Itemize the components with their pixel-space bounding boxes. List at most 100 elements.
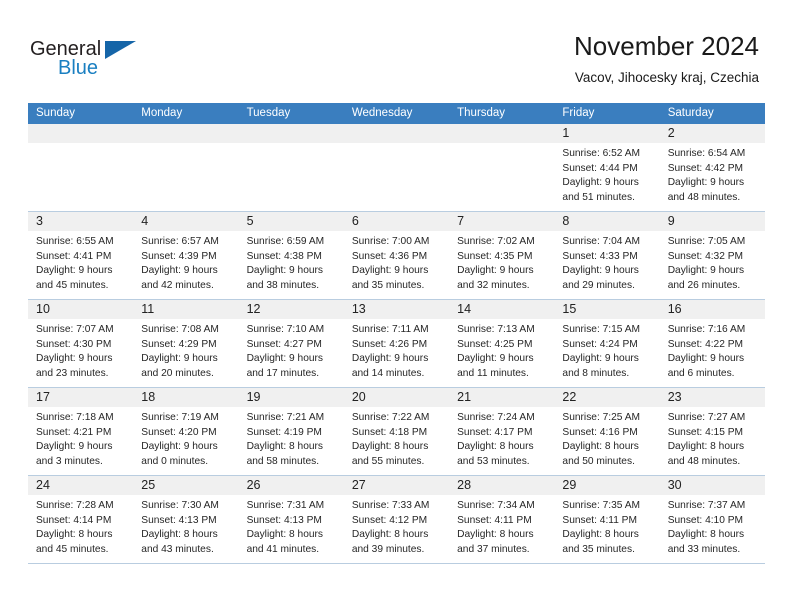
day-details xyxy=(449,143,554,147)
day-detail-line: Sunset: 4:20 PM xyxy=(141,426,217,438)
day-detail-line: Daylight: 8 hours xyxy=(141,529,218,541)
day-number: 6 xyxy=(351,214,359,228)
weekday-header-sunday: Sunday xyxy=(36,107,76,119)
calendar-day-cell[interactable]: 8 Sunrise: 7:04 AM Sunset: 4:33 PM Daylight… xyxy=(554,212,660,299)
calendar-day-cell[interactable]: 4 Sunrise: 6:57 AM Sunset: 4:39 PM Daylight… xyxy=(133,212,239,299)
calendar-day-cell[interactable]: 30 Sunrise: 7:37 AM Sunset: 4:10 PM Dayligh… xyxy=(659,476,765,563)
general-blue-logo[interactable]: General Blue xyxy=(30,38,150,82)
day-detail-line: Sunrise: 7:28 AM xyxy=(36,500,114,511)
day-detail-line: and 14 minutes. xyxy=(351,367,425,379)
calendar-day-cell[interactable]: 16 Sunrise: 7:16 AM Sunset: 4:22 PM Dayligh… xyxy=(659,300,765,387)
day-details: Sunrise: 6:55 AM Sunset: 4:41 PM Daylight:… xyxy=(28,231,133,293)
day-details: Sunrise: 6:52 AM Sunset: 4:44 PM Daylight:… xyxy=(554,143,659,205)
day-detail-line: and 0 minutes. xyxy=(141,455,209,467)
calendar-day-cell[interactable]: 7 Sunrise: 7:02 AM Sunset: 4:35 PM Daylight… xyxy=(449,212,555,299)
day-details: Sunrise: 7:30 AM Sunset: 4:13 PM Daylight:… xyxy=(133,495,238,557)
calendar-day-cell-empty xyxy=(133,124,239,211)
day-detail-line: Sunset: 4:41 PM xyxy=(36,250,112,262)
calendar-day-cell[interactable]: 15 Sunrise: 7:15 AM Sunset: 4:24 PM Dayligh… xyxy=(554,300,660,387)
day-detail-line: Daylight: 9 hours xyxy=(351,353,429,365)
calendar-day-cell[interactable]: 26 Sunrise: 7:31 AM Sunset: 4:13 PM Dayligh… xyxy=(238,476,344,563)
day-detail-line: Daylight: 8 hours xyxy=(562,441,639,453)
day-detail-line: Sunset: 4:11 PM xyxy=(562,514,637,526)
calendar-day-cell[interactable]: 5 Sunrise: 6:59 AM Sunset: 4:38 PM Daylight… xyxy=(238,212,344,299)
day-number-band: 25 xyxy=(133,476,239,495)
calendar-day-cell[interactable]: 10 Sunrise: 7:07 AM Sunset: 4:30 PM Dayligh… xyxy=(28,300,134,387)
weekday-header-wednesday: Wednesday xyxy=(351,107,413,119)
calendar-day-cell[interactable]: 22 Sunrise: 7:25 AM Sunset: 4:16 PM Dayligh… xyxy=(554,388,660,475)
day-number-band: 28 xyxy=(449,476,555,495)
calendar-day-cell[interactable]: 24 Sunrise: 7:28 AM Sunset: 4:14 PM Dayligh… xyxy=(28,476,134,563)
day-detail-line: and 32 minutes. xyxy=(457,279,530,291)
day-number-band: 18 xyxy=(133,388,239,407)
day-detail-line: Sunset: 4:16 PM xyxy=(562,426,638,438)
calendar-day-cell[interactable]: 14 Sunrise: 7:13 AM Sunset: 4:25 PM Dayligh… xyxy=(449,300,555,387)
calendar-day-cell[interactable]: 27 Sunrise: 7:33 AM Sunset: 4:12 PM Dayligh… xyxy=(343,476,450,563)
day-detail-line: and 42 minutes. xyxy=(141,279,214,291)
day-detail-line: and 23 minutes. xyxy=(36,367,109,379)
day-detail-line: Daylight: 8 hours xyxy=(562,529,639,541)
day-details: Sunrise: 7:34 AM Sunset: 4:11 PM Daylight:… xyxy=(449,495,554,557)
day-details: Sunrise: 7:19 AM Sunset: 4:20 PM Daylight:… xyxy=(133,407,238,469)
calendar-week-row: 1 Sunrise: 6:52 AM Sunset: 4:44 PM Daylight… xyxy=(28,124,765,212)
day-detail-line: Sunset: 4:26 PM xyxy=(351,338,428,350)
day-number-band xyxy=(28,124,134,143)
calendar-day-cell[interactable]: 18 Sunrise: 7:19 AM Sunset: 4:20 PM Dayligh… xyxy=(133,388,239,475)
day-details: Sunrise: 7:02 AM Sunset: 4:35 PM Daylight:… xyxy=(449,231,554,293)
day-number: 8 xyxy=(562,214,570,228)
weekday-header-monday: Monday xyxy=(141,107,183,119)
day-detail-line: and 37 minutes. xyxy=(457,543,530,555)
calendar-day-cell[interactable]: 20 Sunrise: 7:22 AM Sunset: 4:18 PM Dayligh… xyxy=(343,388,450,475)
day-details: Sunrise: 7:25 AM Sunset: 4:16 PM Daylight:… xyxy=(554,407,659,469)
day-number: 24 xyxy=(36,478,50,492)
calendar-day-cell[interactable]: 1 Sunrise: 6:52 AM Sunset: 4:44 PM Daylight… xyxy=(554,124,660,211)
day-number: 1 xyxy=(562,126,570,140)
calendar-day-cell[interactable]: 6 Sunrise: 7:00 AM Sunset: 4:36 PM Daylight… xyxy=(343,212,450,299)
calendar-day-cell[interactable]: 9 Sunrise: 7:05 AM Sunset: 4:32 PM Daylight… xyxy=(659,212,765,299)
day-detail-line: and 33 minutes. xyxy=(667,543,741,555)
day-detail-line: Sunset: 4:21 PM xyxy=(36,426,112,438)
day-details: Sunrise: 7:22 AM Sunset: 4:18 PM Daylight:… xyxy=(344,407,449,469)
day-detail-line: and 29 minutes. xyxy=(562,279,635,291)
day-detail-line: Sunset: 4:11 PM xyxy=(457,514,532,526)
day-detail-line: Daylight: 9 hours xyxy=(667,353,745,365)
day-detail-line: and 43 minutes. xyxy=(141,543,214,555)
calendar-day-cell[interactable]: 19 Sunrise: 7:21 AM Sunset: 4:19 PM Dayligh… xyxy=(238,388,344,475)
day-number: 3 xyxy=(36,214,43,228)
day-detail-line: Sunrise: 7:08 AM xyxy=(141,324,219,335)
day-number: 27 xyxy=(351,478,366,492)
day-number-band: 12 xyxy=(238,300,344,319)
calendar-day-cell[interactable]: 12 Sunrise: 7:10 AM Sunset: 4:27 PM Dayligh… xyxy=(238,300,344,387)
day-details: Sunrise: 7:35 AM Sunset: 4:11 PM Daylight:… xyxy=(554,495,659,557)
day-detail-line: Sunrise: 7:07 AM xyxy=(36,324,114,335)
calendar-day-cell[interactable]: 23 Sunrise: 7:27 AM Sunset: 4:15 PM Dayligh… xyxy=(659,388,765,475)
calendar-day-cell[interactable]: 2 Sunrise: 6:54 AM Sunset: 4:42 PM Daylight… xyxy=(659,124,765,211)
day-details: Sunrise: 7:08 AM Sunset: 4:29 PM Daylight:… xyxy=(133,319,238,381)
day-detail-line: Daylight: 8 hours xyxy=(351,529,429,541)
day-number-band xyxy=(133,124,239,143)
calendar-day-cell[interactable]: 29 Sunrise: 7:35 AM Sunset: 4:11 PM Dayligh… xyxy=(554,476,660,563)
calendar-day-cell[interactable]: 11 Sunrise: 7:08 AM Sunset: 4:29 PM Dayligh… xyxy=(133,300,239,387)
calendar-day-cell[interactable]: 28 Sunrise: 7:34 AM Sunset: 4:11 PM Dayligh… xyxy=(449,476,555,563)
day-detail-line: Sunset: 4:30 PM xyxy=(36,338,112,350)
day-detail-line: and 53 minutes. xyxy=(457,455,530,467)
day-details: Sunrise: 6:57 AM Sunset: 4:39 PM Daylight:… xyxy=(133,231,238,293)
day-number: 20 xyxy=(351,390,366,404)
day-detail-line: Daylight: 9 hours xyxy=(457,353,534,365)
day-detail-line: and 45 minutes. xyxy=(36,543,109,555)
calendar-day-cell[interactable]: 21 Sunrise: 7:24 AM Sunset: 4:17 PM Dayligh… xyxy=(449,388,555,475)
day-detail-line: and 50 minutes. xyxy=(562,455,635,467)
day-number-band: 26 xyxy=(238,476,344,495)
day-details: Sunrise: 7:27 AM Sunset: 4:15 PM Daylight:… xyxy=(660,407,765,469)
day-number-band xyxy=(343,124,450,143)
day-detail-line: Daylight: 8 hours xyxy=(457,529,534,541)
calendar-page: General Blue November 2024 Vacov, Jihoce… xyxy=(0,0,792,612)
day-detail-line: and 45 minutes. xyxy=(36,279,109,291)
calendar-day-cell[interactable]: 25 Sunrise: 7:30 AM Sunset: 4:13 PM Dayligh… xyxy=(133,476,239,563)
day-detail-line: Sunrise: 7:02 AM xyxy=(457,236,535,247)
calendar-day-cell[interactable]: 17 Sunrise: 7:18 AM Sunset: 4:21 PM Dayligh… xyxy=(28,388,134,475)
calendar-day-cell[interactable]: 13 Sunrise: 7:11 AM Sunset: 4:26 PM Dayligh… xyxy=(343,300,450,387)
calendar-day-cell[interactable]: 3 Sunrise: 6:55 AM Sunset: 4:41 PM Daylight… xyxy=(28,212,134,299)
day-detail-line: and 3 minutes. xyxy=(36,455,103,467)
day-detail-line: Sunrise: 7:00 AM xyxy=(351,236,430,247)
